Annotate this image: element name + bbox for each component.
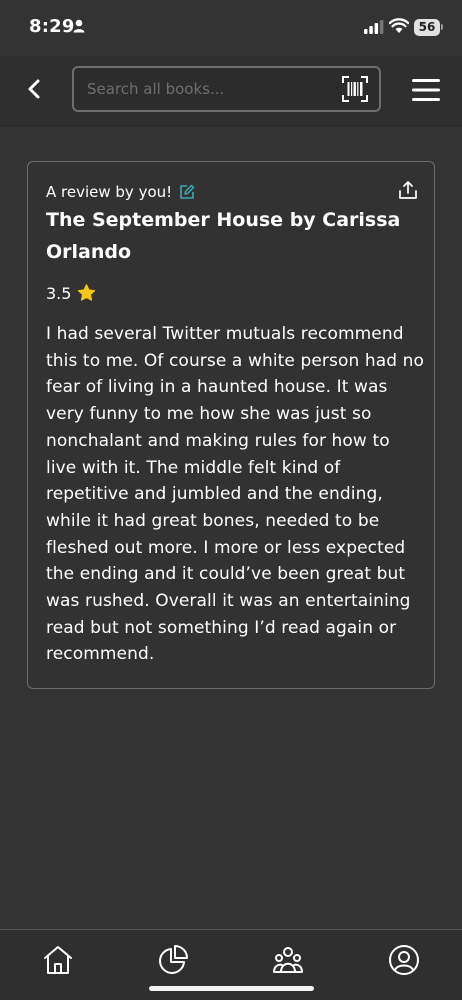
search-box[interactable] [72, 66, 381, 112]
barcode-scan-icon[interactable] [342, 76, 368, 102]
share-icon[interactable] [398, 180, 418, 200]
status-time: 8:29 [29, 16, 75, 37]
search-input[interactable] [87, 68, 327, 110]
signal-icon [364, 20, 384, 34]
chart-icon[interactable] [157, 944, 189, 976]
chevron-left-icon[interactable] [22, 76, 48, 102]
rating: 3.5 [46, 282, 96, 304]
wifi-icon [389, 18, 409, 33]
edit-icon[interactable] [179, 184, 195, 200]
battery-tip [441, 24, 443, 30]
review-card: A review by you! The September House by … [27, 161, 435, 689]
top-header [0, 56, 462, 126]
star-icon [78, 284, 96, 301]
person-icon [73, 19, 85, 33]
review-text: I had several Twitter mutuals recommend … [46, 324, 425, 665]
community-icon[interactable] [272, 944, 304, 976]
hamburger-menu-icon[interactable] [411, 77, 441, 103]
home-indicator[interactable] [149, 986, 314, 991]
book-title: The September House by Carissa Orlando [46, 209, 401, 263]
review-author-label: A review by you! [46, 183, 173, 201]
rating-value: 3.5 [46, 283, 72, 303]
battery-icon: 56 [414, 19, 440, 36]
status-bar: 8:29 56 [0, 0, 462, 56]
home-icon[interactable] [42, 944, 74, 976]
profile-icon[interactable] [388, 944, 420, 976]
